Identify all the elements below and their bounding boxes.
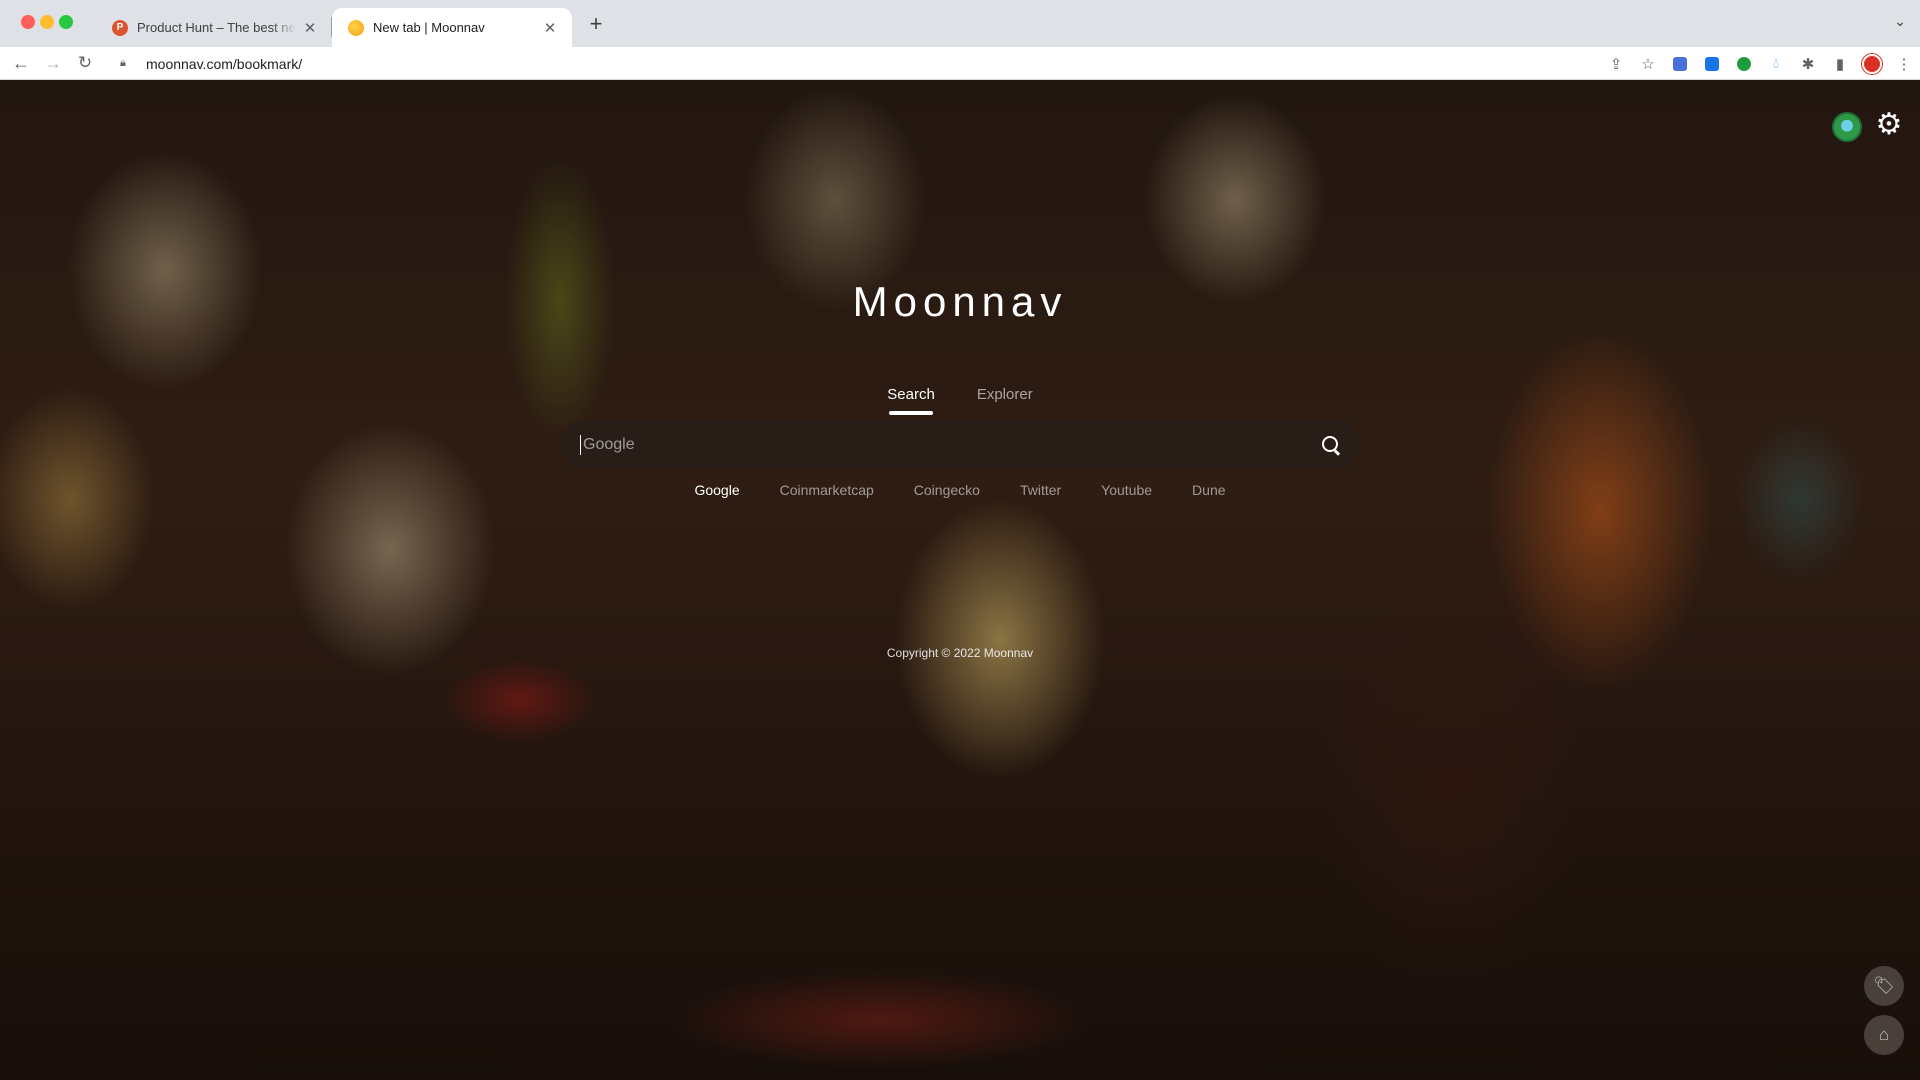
translate-extension-icon[interactable] xyxy=(1664,47,1696,80)
back-arrow-icon[interactable]: ← xyxy=(8,51,34,77)
share-icon[interactable]: ⇪ xyxy=(1600,47,1632,80)
search-engine-list: Google Coinmarketcap Coingecko Twitter Y… xyxy=(0,470,1920,498)
new-tab-button[interactable]: + xyxy=(582,11,610,39)
more-menu-icon[interactable]: ⋮ xyxy=(1888,47,1920,80)
moonnav-favicon-icon xyxy=(348,19,364,36)
product-hunt-favicon-icon: P xyxy=(112,19,128,36)
browser-tabstrip: P Product Hunt – The best new products i… xyxy=(0,0,1920,47)
lock-icon[interactable]: 🔒︎ xyxy=(120,57,138,70)
profile-avatar-icon[interactable] xyxy=(1856,47,1888,80)
forward-arrow-icon[interactable]: → xyxy=(40,51,66,77)
search-bar xyxy=(560,421,1360,469)
mode-tabs: Search Explorer xyxy=(0,386,1920,415)
search-input[interactable] xyxy=(580,435,1320,455)
tab-product-hunt[interactable]: P Product Hunt – The best new products i… xyxy=(96,8,332,47)
page-title: Moonnav xyxy=(852,278,1068,325)
download-extension-icon[interactable] xyxy=(1696,47,1728,80)
tab-moonnav[interactable]: New tab | Moonnav ✕ xyxy=(332,8,572,47)
reload-icon[interactable]: ↻ xyxy=(72,51,98,77)
tag-icon[interactable]: 🏷︎ xyxy=(1864,966,1904,1006)
star-icon[interactable]: ☆ xyxy=(1632,47,1664,80)
engine-coingecko[interactable]: Coingecko xyxy=(914,482,980,498)
engine-twitter[interactable]: Twitter xyxy=(1020,482,1061,498)
search-icon[interactable] xyxy=(1320,434,1342,456)
tab-title: New tab | Moonnav xyxy=(373,20,485,35)
window-zoom-button[interactable] xyxy=(59,15,73,29)
engine-youtube[interactable]: Youtube xyxy=(1101,482,1152,498)
browser-toolbar: ← → ↻ 🔒︎ moonnav.com/bookmark/ ⇪ ☆ 💧︎ ✱ … xyxy=(0,47,1920,80)
tab-close-icon[interactable]: ✕ xyxy=(542,19,558,37)
copyright-text: Copyright © 2022 Moonnav xyxy=(886,646,1034,660)
drop-extension-icon[interactable]: 💧︎ xyxy=(1760,47,1792,80)
puzzle-extensions-icon[interactable]: ✱ xyxy=(1792,47,1824,80)
moonnav-page: ⚙ Moonnav Search Explorer Google Coinmar… xyxy=(0,80,1920,1080)
engine-google[interactable]: Google xyxy=(694,470,740,498)
user-avatar[interactable] xyxy=(1832,112,1862,142)
tab-title: Product Hunt – The best new products in … xyxy=(137,20,296,35)
window-minimize-button[interactable] xyxy=(40,15,54,29)
tab-close-icon[interactable]: ✕ xyxy=(302,19,318,37)
window-close-button[interactable] xyxy=(21,15,35,29)
side-panel-icon[interactable]: ▮ xyxy=(1824,47,1856,80)
toolbar-actions: ⇪ ☆ 💧︎ ✱ ▮ ⋮ xyxy=(1600,47,1920,80)
tab-explorer[interactable]: Explorer xyxy=(977,386,1033,415)
chevron-down-icon[interactable]: ⌄ xyxy=(1894,13,1906,30)
engine-coinmarketcap[interactable]: Coinmarketcap xyxy=(780,482,874,498)
address-url: moonnav.com/bookmark/ xyxy=(146,55,303,72)
gear-icon[interactable]: ⚙ xyxy=(1874,110,1904,140)
engine-dune[interactable]: Dune xyxy=(1192,482,1225,498)
address-bar[interactable]: 🔒︎ moonnav.com/bookmark/ xyxy=(108,48,1608,79)
green-extension-icon[interactable] xyxy=(1728,47,1760,80)
home-icon[interactable]: ⌂ xyxy=(1864,1015,1904,1055)
tab-search[interactable]: Search xyxy=(887,386,935,415)
